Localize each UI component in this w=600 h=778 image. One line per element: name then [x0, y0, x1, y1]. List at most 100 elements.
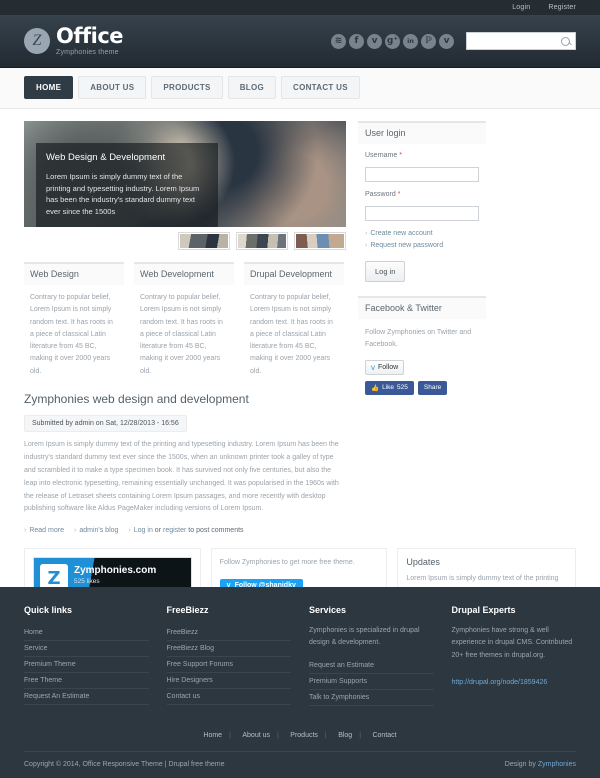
footer-services-text: Zymphonies is specialized in drupal desi… [309, 626, 420, 647]
log-in-button[interactable]: Log in [365, 261, 406, 282]
footer-column-drupal-experts: Drupal Experts Zymphonies have strong & … [452, 605, 577, 706]
username-field-group: Username * [365, 152, 479, 182]
facebook-twitter-text: Follow Zymphonies on Twitter and Faceboo… [365, 329, 472, 348]
footer-nav-home[interactable]: Home [196, 732, 229, 739]
site-logo[interactable]: Office Zymphonies theme [24, 26, 124, 57]
footer-nav: Home | About us | Products | Blog | Contact [24, 712, 576, 751]
read-more-link[interactable]: Read more [29, 527, 64, 534]
password-input[interactable] [365, 206, 479, 221]
service-title: Web Development [134, 262, 234, 285]
nav-item-about-us[interactable]: ABOUT US [78, 76, 147, 99]
facebook-buttons-row: 👍 Like 525 Share [365, 380, 479, 395]
footer-link-premium-supports[interactable]: Premium Supports [309, 674, 434, 690]
footer-nav-products[interactable]: Products [283, 732, 325, 739]
footer-link-free-support-forums[interactable]: Free Support Forums [166, 657, 291, 673]
footer-nav-contact[interactable]: Contact [365, 732, 403, 739]
top-utility-bar: Login Register [0, 0, 600, 15]
twitter-follow-label: Follow [378, 363, 399, 371]
slider-thumbnail-pager [24, 232, 346, 250]
nav-item-home[interactable]: HOME [24, 76, 74, 99]
chevron-right-icon: › [365, 242, 368, 249]
search-box[interactable] [466, 32, 576, 50]
google-plus-icon[interactable]: g⁺ [385, 33, 400, 49]
service-title: Web Design [24, 262, 124, 285]
facebook-like-label: Like [382, 384, 395, 392]
or-text: or [154, 527, 162, 535]
user-login-body: Username * Password * › Create new accoun… [358, 144, 486, 282]
nav-item-blog[interactable]: BLOG [227, 76, 276, 99]
hero-slider[interactable]: Web Design & Development Lorem Ipsum is … [24, 121, 346, 227]
username-label-text: Username [365, 152, 398, 159]
register-inline-link[interactable]: register [163, 527, 186, 534]
nav-item-products[interactable]: PRODUCTS [151, 76, 223, 99]
service-box-drupal-development: Drupal Development Contrary to popular b… [244, 262, 344, 378]
password-label-text: Password [365, 191, 396, 198]
post-comments-text: to post comments [188, 527, 244, 535]
login-link[interactable]: Login [512, 4, 530, 11]
hero-slide-caption: Web Design & Development Lorem Ipsum is … [36, 143, 218, 227]
nav-separator: | [277, 732, 279, 739]
twitter-icon[interactable]: ᴠ [367, 33, 382, 49]
footer-nav-blog[interactable]: Blog [331, 732, 359, 739]
footer-drupal-url[interactable]: http://drupal.org/node/1859426 [452, 679, 548, 686]
footer-column-title: FreeBiezz [166, 604, 209, 615]
request-new-password-link[interactable]: › Request new password [365, 242, 479, 249]
create-new-account-link[interactable]: › Create new account [365, 230, 479, 237]
article-body: Lorem Ipsum is simply dummy text of the … [24, 440, 339, 513]
logo-text-group: Office Zymphonies theme [56, 26, 124, 57]
content-column: Web Design & Development Lorem Ipsum is … [24, 121, 346, 534]
footer-link-hire-designers[interactable]: Hire Designers [166, 673, 291, 689]
facebook-twitter-block: Facebook & Twitter Follow Zymphonies on … [358, 296, 486, 395]
user-login-block: User login Username * Password * › Create… [358, 121, 486, 282]
footer-link-service[interactable]: Service [24, 641, 149, 657]
required-marker: * [399, 152, 402, 159]
footer-link-freebiezz-blog[interactable]: FreeBiezz Blog [166, 641, 291, 657]
twitter-follow-button[interactable]: ᴠ Follow [365, 359, 405, 375]
admin-blog-link[interactable]: admin's blog [79, 527, 118, 534]
chevron-right-icon: › [24, 527, 27, 535]
site-header: Office Zymphonies theme ≋ f ᴠ g⁺ in ℙ v [0, 15, 600, 68]
search-icon[interactable] [561, 36, 570, 46]
footer-link-talk-to-zymphonies[interactable]: Talk to Zymphonies [309, 690, 434, 706]
article-title[interactable]: Zymphonies web design and development [24, 392, 346, 406]
footer-link-request-an-estimate[interactable]: Request An Estimate [24, 689, 149, 705]
linkedin-icon[interactable]: in [403, 33, 418, 49]
slider-thumb-1[interactable] [178, 232, 230, 250]
footer-link-request-an-estimate-2[interactable]: Request an Estimate [309, 658, 434, 674]
required-marker: * [397, 191, 401, 198]
footer-link-freebiezz[interactable]: FreeBiezz [166, 625, 291, 641]
vimeo-icon[interactable]: v [439, 33, 454, 49]
design-credit: Design by Zymphonies [505, 761, 576, 768]
password-label: Password * [365, 191, 479, 198]
article-submitted-meta: Submitted by admin on Sat, 12/28/2013 - … [24, 414, 187, 432]
footer-link-premium-theme[interactable]: Premium Theme [24, 657, 149, 673]
chevron-right-icon: › [128, 527, 131, 535]
facebook-twitter-heading: Facebook & Twitter [358, 296, 486, 319]
facebook-like-button[interactable]: 👍 Like 525 [365, 380, 414, 395]
footer-columns: Quick links Home Service Premium Theme F… [24, 605, 576, 706]
username-label: Username * [365, 152, 479, 159]
footer-link-home[interactable]: Home [24, 625, 149, 641]
footer-nav-about-us[interactable]: About us [235, 732, 277, 739]
nav-item-contact-us[interactable]: CONTACT US [281, 76, 360, 99]
slider-thumb-2[interactable] [236, 232, 288, 250]
slider-thumb-3[interactable] [294, 232, 346, 250]
rss-icon[interactable]: ≋ [331, 33, 346, 49]
password-field-group: Password * [365, 191, 479, 221]
facebook-share-button[interactable]: Share [417, 380, 448, 395]
pinterest-icon[interactable]: ℙ [421, 33, 436, 49]
footer-link-free-theme[interactable]: Free Theme [24, 673, 149, 689]
footer-column-freebiezz: FreeBiezz FreeBiezz FreeBiezz Blog Free … [166, 604, 291, 706]
username-input[interactable] [365, 167, 479, 182]
service-text: Contrary to popular belief, Lorem Ipsum … [250, 294, 333, 375]
facebook-icon[interactable]: f [349, 33, 364, 49]
service-box-web-development: Web Development Contrary to popular beli… [134, 262, 234, 378]
design-by-label: Design by [504, 761, 536, 768]
register-link[interactable]: Register [548, 4, 576, 11]
updates-heading: Updates [406, 557, 440, 568]
design-by-link[interactable]: Zymphonies [538, 761, 576, 768]
log-in-link[interactable]: Log in [134, 527, 153, 534]
hero-slide-text: Lorem Ipsum is simply dummy text of the … [46, 172, 200, 216]
search-input[interactable] [472, 36, 561, 46]
footer-link-contact-us[interactable]: Contact us [166, 689, 291, 705]
